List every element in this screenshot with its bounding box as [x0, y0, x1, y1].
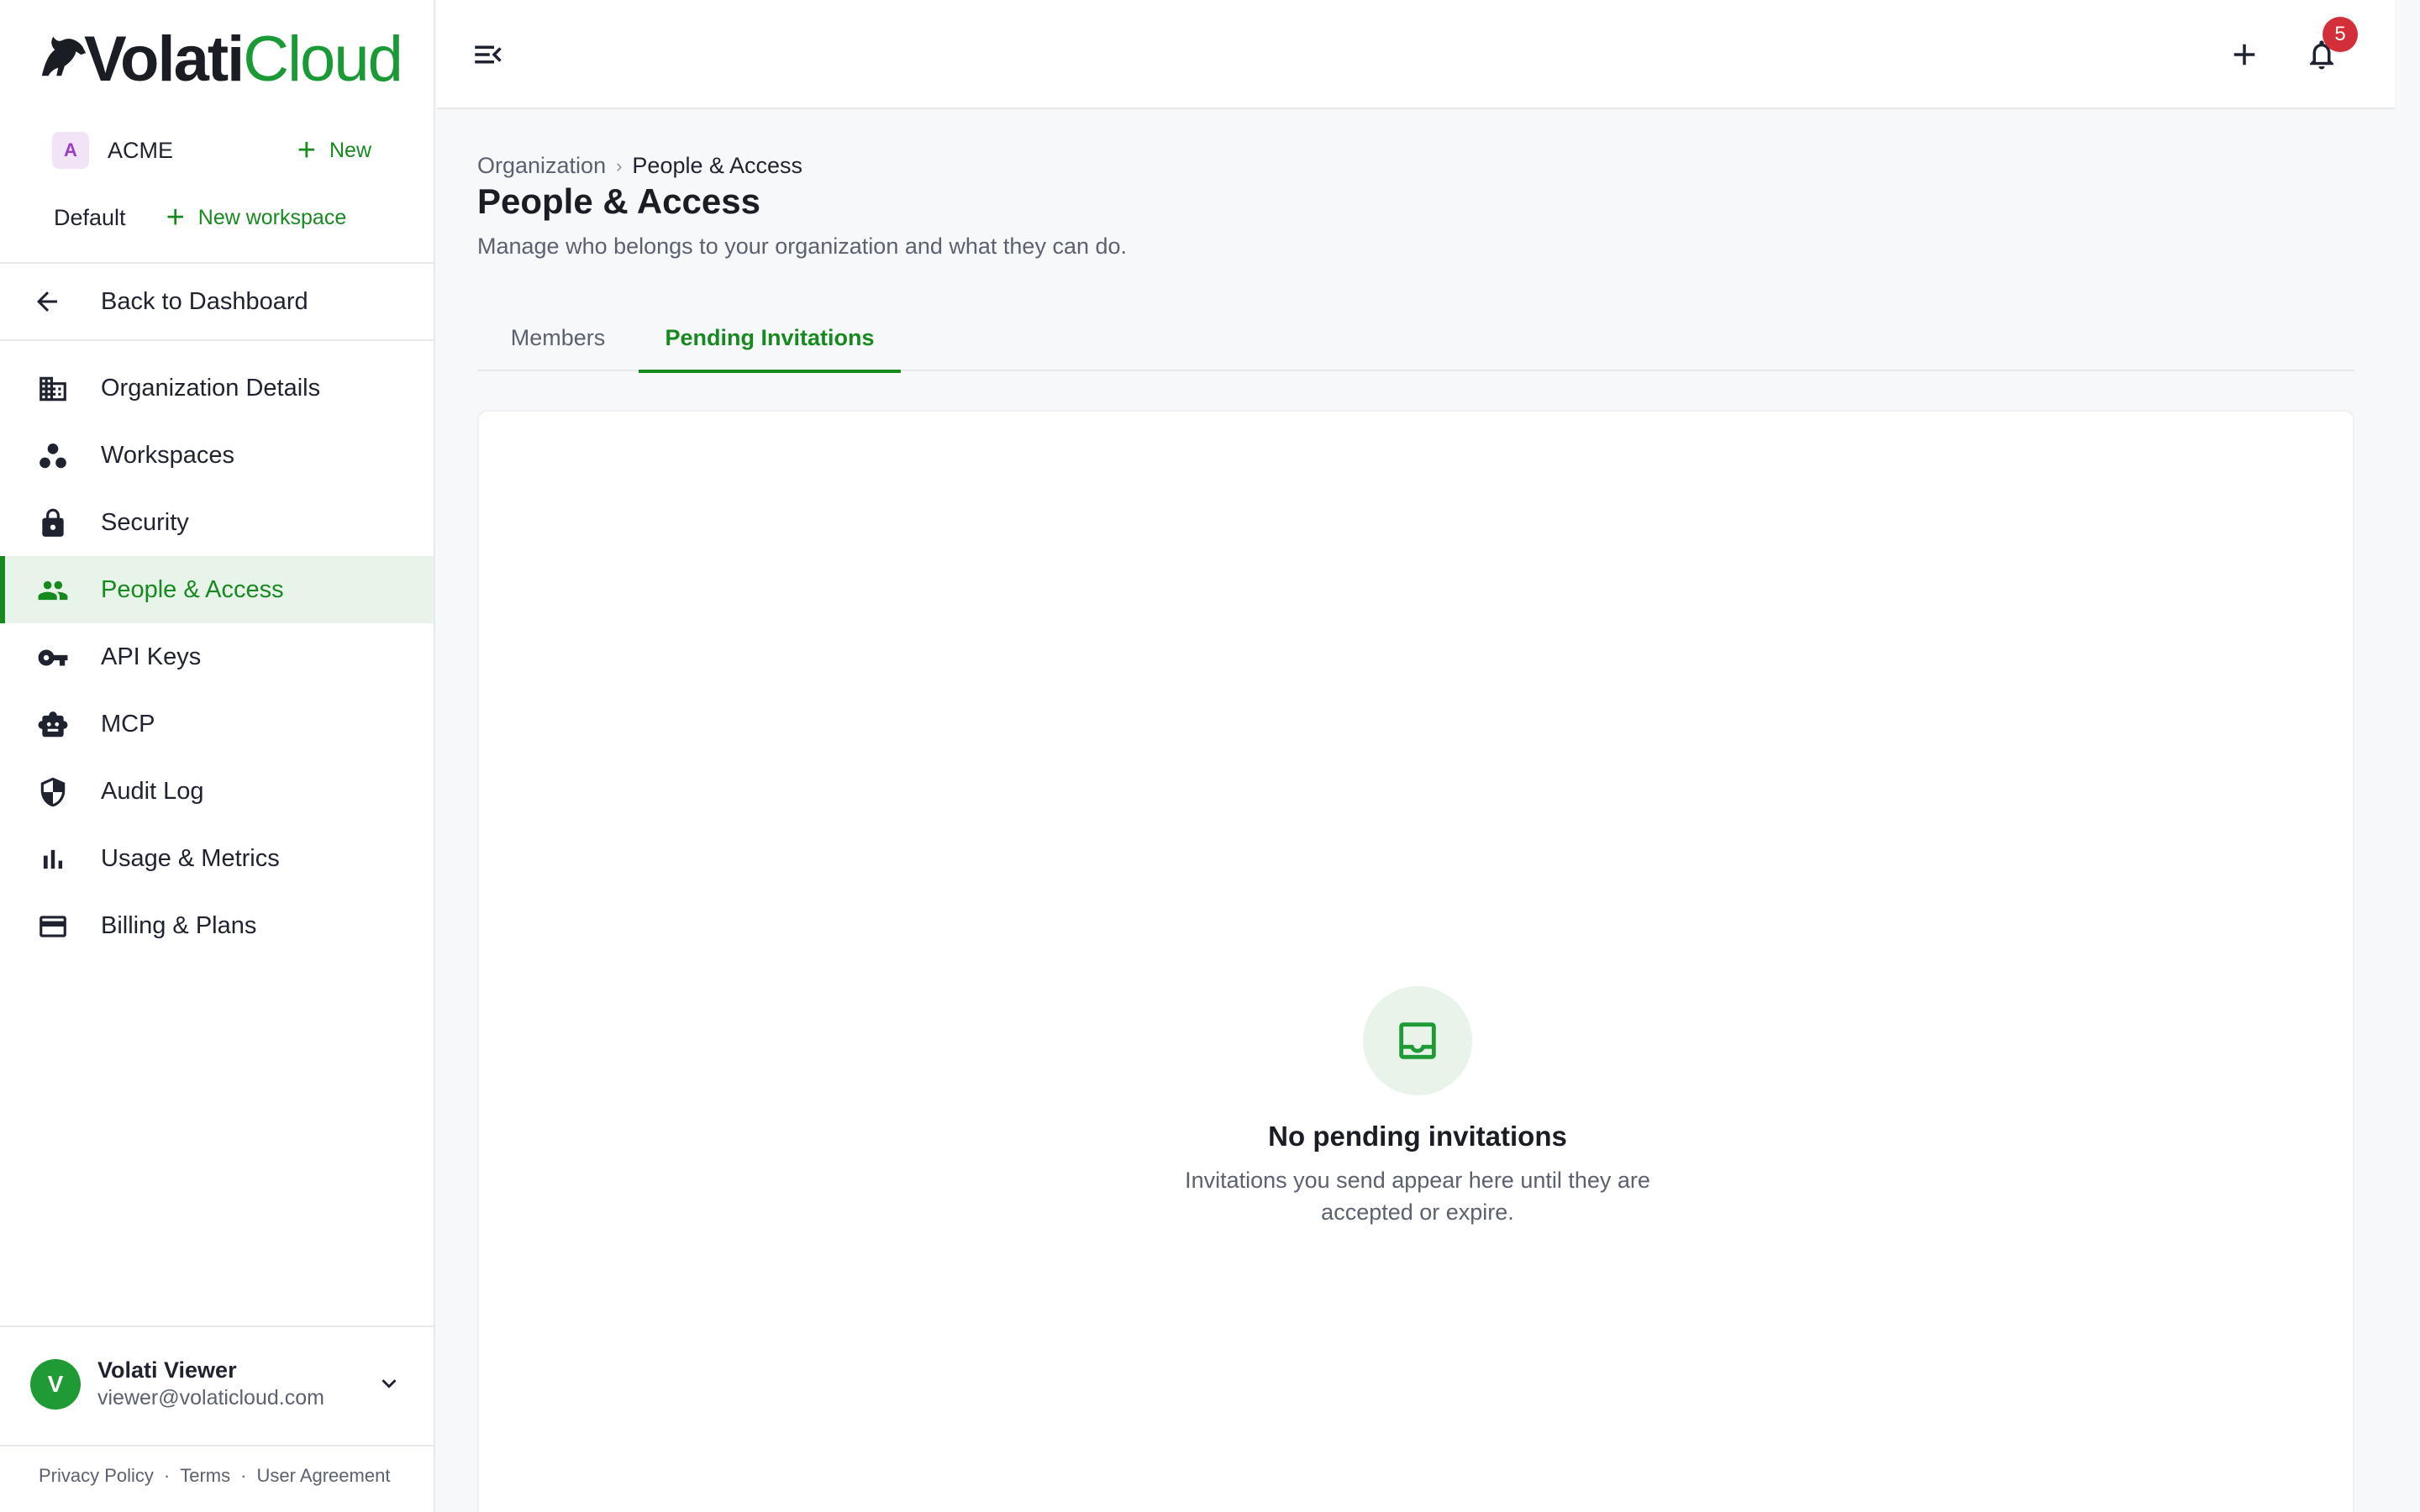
robot-icon	[38, 711, 68, 738]
key-icon	[38, 649, 68, 666]
shield-icon	[40, 777, 66, 807]
page-title: People & Access	[477, 181, 760, 221]
user-menu[interactable]: V Volati Viewer viewer@volaticloud.com	[0, 1326, 434, 1445]
workspace-name[interactable]: Default	[54, 205, 126, 231]
workspaces-icon	[39, 443, 66, 469]
breadcrumb-organization-link[interactable]: Organization	[477, 153, 606, 179]
back-to-dashboard-link[interactable]: Back to Dashboard	[0, 269, 434, 334]
sidebar-item-billing-plans[interactable]: Billing & Plans	[0, 892, 434, 959]
add-icon[interactable]	[2227, 37, 2262, 72]
chevron-right-icon: ›	[616, 155, 623, 176]
back-label: Back to Dashboard	[101, 287, 308, 315]
bar-chart-icon	[43, 849, 63, 869]
logo-text-volati: Volati	[84, 24, 245, 95]
privacy-policy-link[interactable]: Privacy Policy	[39, 1465, 154, 1487]
sidebar-item-label: Billing & Plans	[101, 911, 257, 939]
main-content: Organization › People & Access People & …	[437, 109, 2395, 1512]
top-bar: 5	[437, 0, 2395, 109]
sidebar-item-label: Organization Details	[101, 374, 321, 402]
new-org-label: New	[329, 138, 371, 162]
sidebar-item-audit-log[interactable]: Audit Log	[0, 758, 434, 825]
sidebar-item-label: Usage & Metrics	[101, 844, 280, 872]
plus-icon: +	[166, 200, 185, 235]
chevron-down-icon[interactable]	[375, 1369, 403, 1398]
new-workspace-button[interactable]: + New workspace	[166, 198, 347, 237]
sidebar-item-workspaces[interactable]: Workspaces	[0, 422, 434, 489]
sidebar-item-label: MCP	[101, 710, 155, 738]
new-org-button[interactable]: + New	[297, 131, 371, 170]
sidebar-divider	[0, 339, 434, 341]
org-name[interactable]: ACME	[108, 138, 173, 164]
sidebar-item-api-keys[interactable]: API Keys	[0, 623, 434, 690]
empty-state-text: Invitations you send appear here until t…	[1185, 1168, 1650, 1225]
notification-badge[interactable]: 5	[2323, 17, 2358, 52]
volaticloud-logo[interactable]: Volati Cloud	[37, 22, 403, 97]
invitations-card: No pending invitations Invitations you s…	[477, 410, 2354, 1512]
sidebar-item-people-access[interactable]: People & Access	[0, 556, 434, 623]
sidebar: Volati Cloud A ACME + New Default + New …	[0, 0, 435, 1512]
user-email: viewer@volaticloud.com	[97, 1386, 324, 1410]
plus-icon: +	[297, 133, 316, 168]
people-icon	[38, 580, 68, 601]
sidebar-divider	[0, 1445, 434, 1446]
empty-state-icon-circle	[1363, 986, 1472, 1095]
sidebar-divider	[0, 262, 434, 264]
sidebar-item-label: Audit Log	[101, 777, 204, 805]
breadcrumb: Organization › People & Access	[477, 153, 802, 179]
logo-text-cloud: Cloud	[243, 24, 403, 95]
user-agreement-link[interactable]: User Agreement	[256, 1465, 390, 1487]
tab-bar: Members Pending Invitations	[477, 304, 2354, 373]
footer-links: Privacy Policy · Terms · User Agreement	[39, 1465, 390, 1487]
breadcrumb-current: People & Access	[632, 153, 803, 178]
sidebar-item-security[interactable]: Security	[0, 489, 434, 556]
terms-link[interactable]: Terms	[180, 1465, 230, 1487]
collapse-menu-icon[interactable]	[471, 37, 506, 72]
avatar: V	[30, 1359, 81, 1410]
workspace-selector[interactable]: Default + New workspace	[54, 198, 373, 237]
building-icon	[39, 376, 66, 402]
sidebar-item-mcp[interactable]: MCP	[0, 690, 434, 758]
page-subtitle: Manage who belongs to your organization …	[477, 234, 1128, 259]
sidebar-item-label: Security	[101, 508, 189, 536]
sidebar-item-label: API Keys	[101, 643, 202, 670]
user-name: Volati Viewer	[97, 1357, 237, 1383]
tab-members[interactable]: Members	[477, 304, 639, 371]
sidebar-item-organization-details[interactable]: Organization Details	[0, 354, 434, 422]
empty-state-title: No pending invitations	[1268, 1121, 1567, 1152]
new-workspace-label: New workspace	[197, 205, 347, 229]
horse-logo-icon	[41, 36, 87, 76]
tab-pending-invitations[interactable]: Pending Invitations	[639, 304, 901, 373]
arrow-left-icon	[37, 291, 57, 312]
inbox-icon	[1399, 1022, 1436, 1059]
sidebar-nav: Organization Details Workspaces Security…	[0, 354, 434, 959]
org-selector[interactable]: A ACME + New	[52, 131, 371, 170]
footer-separator: ·	[240, 1465, 247, 1486]
sidebar-item-label: People & Access	[101, 575, 284, 603]
credit-card-icon	[39, 916, 66, 937]
lock-icon	[42, 508, 64, 537]
footer-separator: ·	[163, 1465, 171, 1486]
app-root: Volati Cloud A ACME + New Default + New …	[0, 0, 2420, 1512]
sidebar-item-usage-metrics[interactable]: Usage & Metrics	[0, 825, 434, 892]
sidebar-item-label: Workspaces	[101, 441, 235, 469]
org-avatar: A	[52, 132, 89, 169]
